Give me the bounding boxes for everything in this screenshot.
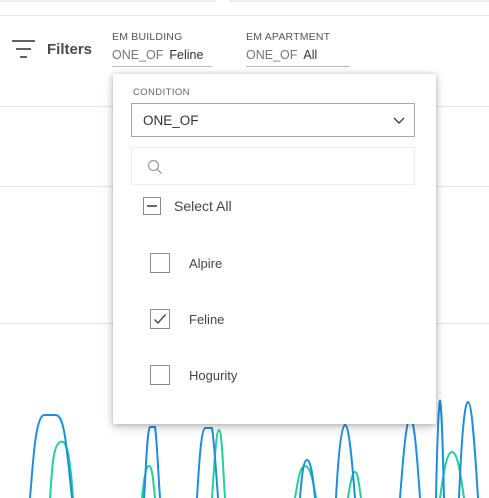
search-input[interactable]	[170, 148, 410, 186]
condition-value: ONE_OF	[143, 113, 199, 128]
search-field[interactable]	[131, 147, 415, 186]
option-hogurity[interactable]: Hogurity	[150, 365, 237, 385]
option-feline[interactable]: Feline	[150, 309, 224, 329]
checkmark-icon	[153, 313, 167, 325]
option-label: Hogurity	[189, 367, 238, 383]
option-label: Alpire	[189, 255, 223, 271]
select-all-checkbox[interactable]	[143, 197, 161, 215]
condition-label: CONDITION	[133, 87, 190, 98]
option-checkbox[interactable]	[150, 365, 170, 385]
condition-select[interactable]: ONE_OF	[131, 103, 415, 137]
filter-dropdown: CONDITION ONE_OF Select All Alpire Felin…	[113, 74, 436, 424]
option-checkbox[interactable]	[150, 309, 170, 329]
option-alpire[interactable]: Alpire	[150, 253, 222, 273]
option-label: Feline	[189, 311, 225, 327]
option-checkbox[interactable]	[150, 253, 170, 273]
select-all-label: Select All	[174, 198, 232, 214]
select-all-option[interactable]: Select All	[143, 197, 232, 215]
